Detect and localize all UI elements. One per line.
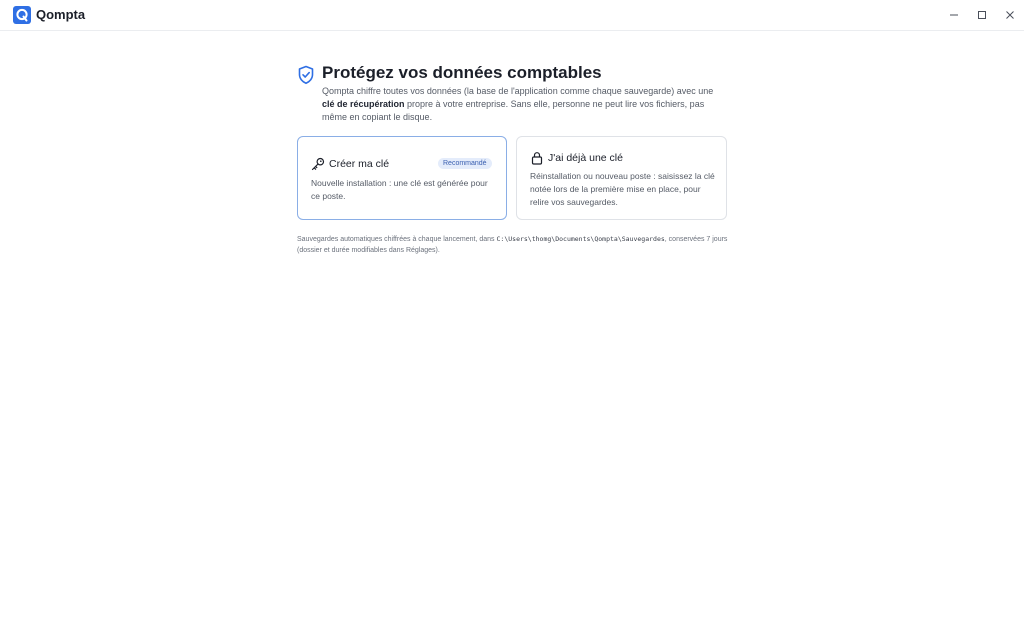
existing-key-description: Réinstallation ou nouveau poste : saisis… <box>530 171 715 207</box>
minimize-button[interactable] <box>943 5 965 25</box>
maximize-icon <box>978 11 986 19</box>
minimize-icon <box>950 14 958 16</box>
close-button[interactable] <box>999 5 1021 25</box>
existing-key-card[interactable]: J'ai déjà une clé Réinstallation ou nouv… <box>516 136 727 220</box>
create-key-description: Nouvelle installation : une clé est géné… <box>311 178 488 201</box>
shield-check-icon <box>298 65 314 85</box>
recommended-badge: Recommandé <box>438 158 492 169</box>
key-icon <box>311 157 325 171</box>
create-key-title: Créer ma clé <box>329 158 390 170</box>
lock-icon <box>531 152 543 165</box>
maximize-button[interactable] <box>971 5 993 25</box>
title-bar: Qompta <box>0 0 1024 31</box>
page-title: Protégez vos données comptables <box>322 63 602 82</box>
backup-path: C:\Users\thomg\Documents\Qompta\Sauvegar… <box>496 235 665 243</box>
backup-footnote: Sauvegardes automatiques chiffrées à cha… <box>297 234 737 256</box>
intro-part1: Qompta chiffre toutes vos données (la ba… <box>322 86 714 96</box>
footnote-part1: Sauvegardes automatiques chiffrées à cha… <box>297 236 497 243</box>
existing-key-title: J'ai déjà une clé <box>548 152 623 164</box>
close-icon <box>1006 11 1014 19</box>
app-title: Qompta <box>36 7 86 22</box>
app-logo-icon <box>13 6 31 24</box>
intro-text: Qompta chiffre toutes vos données (la ba… <box>322 85 727 124</box>
intro-bold: clé de récupération <box>322 99 405 109</box>
create-key-card[interactable]: Créer ma clé Recommandé Nouvelle install… <box>297 136 507 220</box>
